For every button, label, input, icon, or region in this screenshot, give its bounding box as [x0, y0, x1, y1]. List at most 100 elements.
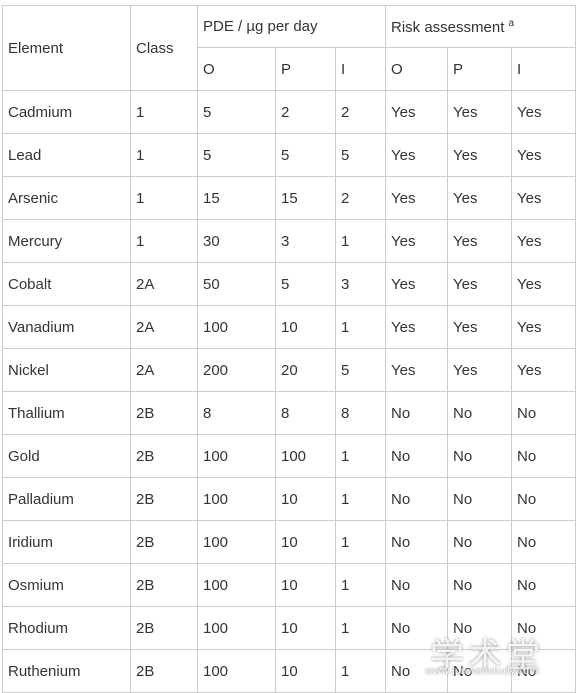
cell-pde-parenteral: 10	[275, 606, 336, 650]
table-row: Rhodium 2B 100 10 1 No No No	[2, 606, 576, 650]
cell-pde-parenteral: 100	[275, 434, 336, 478]
cell-risk-oral: No	[385, 563, 448, 607]
cell-risk-oral: Yes	[385, 348, 448, 392]
cell-element: Gold	[2, 434, 131, 478]
cell-class: 2B	[130, 391, 198, 435]
cell-pde-parenteral: 10	[275, 520, 336, 564]
cell-risk-inhalation: Yes	[511, 262, 576, 306]
table-row: Iridium 2B 100 10 1 No No No	[2, 520, 576, 564]
cell-pde-inhalation: 1	[335, 434, 386, 478]
cell-pde-parenteral: 10	[275, 477, 336, 521]
cell-risk-oral: Yes	[385, 305, 448, 349]
table-row: Palladium 2B 100 10 1 No No No	[2, 477, 576, 521]
table-row: Lead 1 5 5 5 Yes Yes Yes	[2, 133, 576, 177]
cell-class: 2B	[130, 520, 198, 564]
cell-element: Ruthenium	[2, 649, 131, 693]
cell-pde-inhalation: 5	[335, 348, 386, 392]
cell-risk-oral: No	[385, 606, 448, 650]
cell-risk-parenteral: No	[447, 563, 512, 607]
cell-element: Cadmium	[2, 90, 131, 134]
cell-risk-inhalation: No	[511, 434, 576, 478]
cell-risk-inhalation: No	[511, 520, 576, 564]
header-class: Class	[130, 5, 198, 91]
cell-pde-oral: 5	[197, 90, 276, 134]
cell-pde-oral: 50	[197, 262, 276, 306]
cell-pde-parenteral: 20	[275, 348, 336, 392]
cell-risk-oral: Yes	[385, 133, 448, 177]
footnote-marker: a	[508, 17, 515, 29]
cell-pde-parenteral: 10	[275, 649, 336, 693]
cell-pde-inhalation: 1	[335, 305, 386, 349]
cell-pde-oral: 100	[197, 477, 276, 521]
cell-risk-oral: No	[385, 434, 448, 478]
cell-pde-inhalation: 5	[335, 133, 386, 177]
cell-risk-oral: Yes	[385, 90, 448, 134]
table-row: Ruthenium 2B 100 10 1 No No No	[2, 649, 576, 693]
cell-pde-parenteral: 8	[275, 391, 336, 435]
header-pde-parenteral: P	[275, 47, 336, 91]
cell-pde-oral: 100	[197, 563, 276, 607]
cell-risk-parenteral: Yes	[447, 176, 512, 220]
cell-element: Rhodium	[2, 606, 131, 650]
cell-pde-oral: 100	[197, 434, 276, 478]
cell-pde-inhalation: 2	[335, 176, 386, 220]
cell-pde-oral: 100	[197, 649, 276, 693]
cell-pde-inhalation: 1	[335, 219, 386, 263]
cell-class: 2B	[130, 434, 198, 478]
table-body: Cadmium 1 5 2 2 Yes Yes Yes Lead 1 5 5 5 Yes Yes Yes Ars…	[2, 90, 576, 693]
cell-class: 1	[130, 176, 198, 220]
header-risk-label: Risk assessment	[391, 18, 505, 36]
header-risk-parenteral: P	[447, 47, 512, 91]
table-row: Mercury 1 30 3 1 Yes Yes Yes	[2, 219, 576, 263]
header-pde-oral: O	[197, 47, 276, 91]
cell-risk-oral: No	[385, 391, 448, 435]
cell-pde-oral: 5	[197, 133, 276, 177]
cell-risk-inhalation: Yes	[511, 305, 576, 349]
table-row: Osmium 2B 100 10 1 No No No	[2, 563, 576, 607]
table-row: Cobalt 2A 50 5 3 Yes Yes Yes	[2, 262, 576, 306]
cell-risk-inhalation: No	[511, 649, 576, 693]
cell-risk-parenteral: Yes	[447, 262, 512, 306]
cell-pde-inhalation: 3	[335, 262, 386, 306]
cell-class: 2B	[130, 477, 198, 521]
cell-pde-inhalation: 8	[335, 391, 386, 435]
cell-element: Thallium	[2, 391, 131, 435]
header-risk-inhalation: I	[511, 47, 576, 91]
cell-risk-parenteral: No	[447, 606, 512, 650]
cell-risk-inhalation: No	[511, 606, 576, 650]
cell-class: 1	[130, 90, 198, 134]
cell-pde-parenteral: 15	[275, 176, 336, 220]
cell-risk-parenteral: Yes	[447, 219, 512, 263]
cell-element: Arsenic	[2, 176, 131, 220]
cell-pde-parenteral: 10	[275, 305, 336, 349]
cell-class: 2B	[130, 649, 198, 693]
cell-risk-inhalation: No	[511, 391, 576, 435]
cell-element: Osmium	[2, 563, 131, 607]
cell-pde-oral: 100	[197, 606, 276, 650]
cell-pde-oral: 8	[197, 391, 276, 435]
table-row: Gold 2B 100 100 1 No No No	[2, 434, 576, 478]
cell-element: Lead	[2, 133, 131, 177]
cell-risk-parenteral: No	[447, 649, 512, 693]
cell-risk-inhalation: No	[511, 563, 576, 607]
cell-risk-oral: No	[385, 477, 448, 521]
cell-class: 2A	[130, 305, 198, 349]
cell-pde-oral: 200	[197, 348, 276, 392]
pde-risk-table: Element Class PDE / µg per day Risk asse…	[2, 5, 576, 693]
cell-pde-inhalation: 1	[335, 520, 386, 564]
cell-risk-oral: Yes	[385, 262, 448, 306]
table-row: Thallium 2B 8 8 8 No No No	[2, 391, 576, 435]
cell-risk-oral: No	[385, 520, 448, 564]
cell-element: Vanadium	[2, 305, 131, 349]
cell-element: Cobalt	[2, 262, 131, 306]
header-element: Element	[2, 5, 131, 91]
cell-pde-parenteral: 3	[275, 219, 336, 263]
cell-risk-inhalation: Yes	[511, 133, 576, 177]
cell-pde-oral: 100	[197, 520, 276, 564]
cell-class: 2A	[130, 262, 198, 306]
table-row: Vanadium 2A 100 10 1 Yes Yes Yes	[2, 305, 576, 349]
cell-risk-parenteral: No	[447, 434, 512, 478]
cell-pde-inhalation: 2	[335, 90, 386, 134]
cell-pde-parenteral: 5	[275, 133, 336, 177]
cell-element: Mercury	[2, 219, 131, 263]
